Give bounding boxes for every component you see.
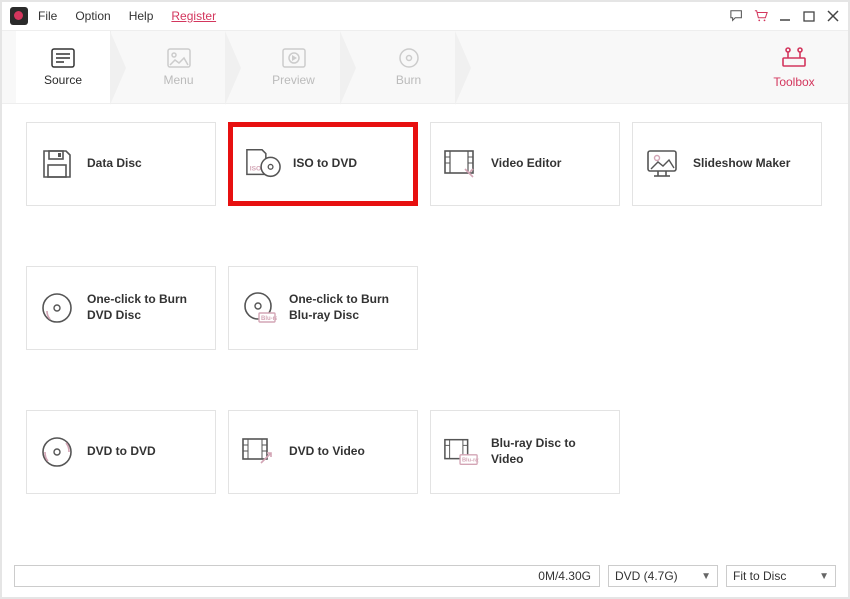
card-oneclick-bluray[interactable]: Blu-ray One-click to Burn Blu-ray Disc <box>228 266 418 350</box>
card-slideshow-maker[interactable]: Slideshow Maker <box>632 122 822 206</box>
preview-icon <box>281 47 307 69</box>
card-label: Data Disc <box>87 156 142 172</box>
svg-text:Blu-ray: Blu-ray <box>261 316 277 322</box>
video-editor-icon <box>443 146 479 182</box>
menu-register[interactable]: Register <box>171 9 216 23</box>
bluray-to-video-icon: Blu-ray <box>443 434 479 470</box>
maximize-icon[interactable] <box>802 9 816 23</box>
chat-icon[interactable] <box>730 9 744 23</box>
dvd-copy-icon <box>39 434 75 470</box>
disc-type-value: DVD (4.7G) <box>615 569 678 583</box>
source-icon <box>50 47 76 69</box>
caret-down-icon: ▼ <box>701 571 711 582</box>
minimize-icon[interactable] <box>778 9 792 23</box>
card-label: One-click to Burn DVD Disc <box>87 292 203 323</box>
bluray-burn-icon: Blu-ray <box>241 290 277 326</box>
card-label: DVD to Video <box>289 444 365 460</box>
toolbox-button[interactable]: Toolbox <box>754 31 834 103</box>
step-label: Menu <box>163 73 193 87</box>
menu-icon <box>166 47 192 69</box>
step-arrow <box>341 31 361 103</box>
menu-help[interactable]: Help <box>129 9 154 23</box>
step-menu[interactable]: Menu <box>131 31 226 103</box>
window-controls <box>730 9 840 23</box>
card-label: Video Editor <box>491 156 561 172</box>
step-label: Preview <box>272 73 315 87</box>
disc-burn-icon <box>39 290 75 326</box>
close-icon[interactable] <box>826 9 840 23</box>
step-source[interactable]: Source <box>16 31 111 103</box>
card-label: ISO to DVD <box>293 156 357 172</box>
dvd-to-video-icon <box>241 434 277 470</box>
card-oneclick-dvd[interactable]: One-click to Burn DVD Disc <box>26 266 216 350</box>
tool-grid: Data Disc ISO ISO to DVD Video Editor Sl… <box>2 104 848 494</box>
titlebar: File Option Help Register <box>2 2 848 30</box>
step-label: Source <box>44 73 82 87</box>
menu-option[interactable]: Option <box>75 9 110 23</box>
caret-down-icon: ▼ <box>819 571 829 582</box>
disc-type-select[interactable]: DVD (4.7G) ▼ <box>608 565 718 587</box>
card-label: Slideshow Maker <box>693 156 790 172</box>
svg-text:Blu-ray: Blu-ray <box>462 457 479 463</box>
step-preview[interactable]: Preview <box>246 31 341 103</box>
toolbox-label: Toolbox <box>773 75 814 89</box>
step-label: Burn <box>396 73 421 87</box>
step-arrow <box>226 31 246 103</box>
fit-value: Fit to Disc <box>733 569 786 583</box>
floppy-icon <box>39 146 75 182</box>
card-bluray-to-video[interactable]: Blu-ray Blu-ray Disc to Video <box>430 410 620 494</box>
progress-text: 0M/4.30G <box>538 569 591 583</box>
fit-select[interactable]: Fit to Disc ▼ <box>726 565 836 587</box>
cart-icon[interactable] <box>754 9 768 23</box>
app-logo <box>10 7 28 25</box>
menu-file[interactable]: File <box>38 9 57 23</box>
progress-bar: 0M/4.30G <box>14 565 600 587</box>
card-video-editor[interactable]: Video Editor <box>430 122 620 206</box>
steps-bar: Source Menu Preview Burn Toolbox <box>2 30 848 104</box>
card-dvd-to-dvd[interactable]: DVD to DVD <box>26 410 216 494</box>
step-arrow <box>111 31 131 103</box>
card-iso-to-dvd[interactable]: ISO ISO to DVD <box>228 122 418 206</box>
card-dvd-to-video[interactable]: DVD to Video <box>228 410 418 494</box>
card-data-disc[interactable]: Data Disc <box>26 122 216 206</box>
step-arrow <box>456 31 476 103</box>
burn-icon <box>396 47 422 69</box>
card-label: One-click to Burn Blu-ray Disc <box>289 292 405 323</box>
bottom-bar: 0M/4.30G DVD (4.7G) ▼ Fit to Disc ▼ <box>14 565 836 587</box>
iso-icon: ISO <box>245 146 281 182</box>
slideshow-icon <box>645 146 681 182</box>
toolbox-icon <box>780 46 808 71</box>
step-burn[interactable]: Burn <box>361 31 456 103</box>
svg-text:ISO: ISO <box>250 166 261 173</box>
card-label: Blu-ray Disc to Video <box>491 436 607 467</box>
card-label: DVD to DVD <box>87 444 156 460</box>
